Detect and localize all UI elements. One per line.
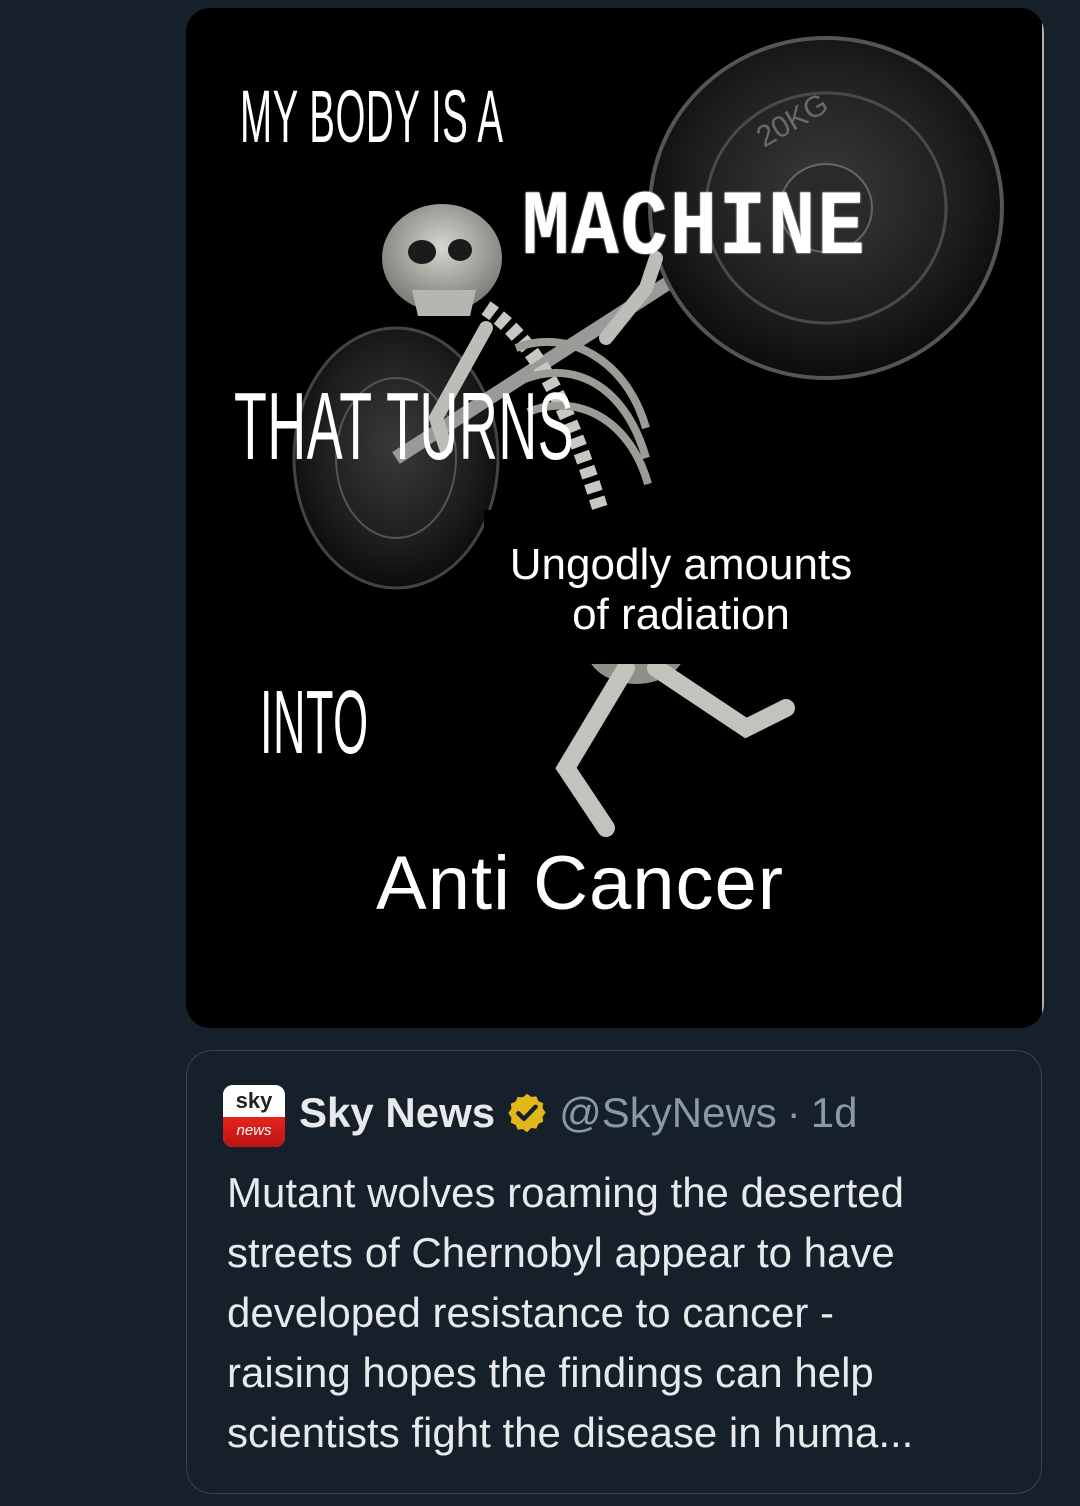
tweet-text-line: scientists fight the disease in huma... — [227, 1409, 914, 1456]
separator-dot: · — [786, 1089, 801, 1136]
tweet-text-line: Mutant wolves roaming the deserted — [227, 1169, 905, 1216]
verified-badge-icon — [508, 1093, 546, 1133]
quoted-tweet-card[interactable]: sky news Sky News @SkyNews · 1d Mutant w… — [186, 1050, 1042, 1494]
meme-line-that-turns: THAT TURNS — [234, 373, 575, 480]
meme-line-my-body: MY BODY IS A — [240, 75, 504, 158]
tweet-text-line: developed resistance to cancer - — [227, 1289, 835, 1336]
image-edge-highlight — [1042, 8, 1044, 1028]
radiation-label-line1: Ungodly amounts — [509, 540, 853, 589]
meme-line-machine: MACHINE — [522, 176, 867, 281]
meme-line-anti-cancer: Anti Cancer — [376, 841, 785, 926]
avatar[interactable]: sky news — [223, 1085, 285, 1147]
tweet-text-line: raising hopes the findings can help — [227, 1349, 874, 1396]
quoted-tweet-text: Mutant wolves roaming the deserted stree… — [227, 1163, 1017, 1463]
author-name[interactable]: Sky News — [299, 1089, 495, 1137]
author-handle[interactable]: @SkyNews — [559, 1089, 777, 1137]
avatar-news-text: news — [223, 1117, 285, 1147]
radiation-label-line2: of radiation — [572, 590, 790, 639]
tweet-text-line: streets of Chernobyl appear to have — [227, 1229, 895, 1276]
avatar-sky-text: sky — [223, 1085, 285, 1117]
tweet-timestamp[interactable]: 1d — [811, 1089, 858, 1137]
meme-line-into: INTO — [260, 673, 369, 773]
radiation-label-box: Ungodly amounts of radiation — [484, 510, 878, 664]
author-row: Sky News @SkyNews · 1d — [299, 1087, 858, 1139]
meme-image[interactable]: 20KG MY BODY IS A MACHINE THAT TURNS Ung… — [186, 8, 1044, 1028]
